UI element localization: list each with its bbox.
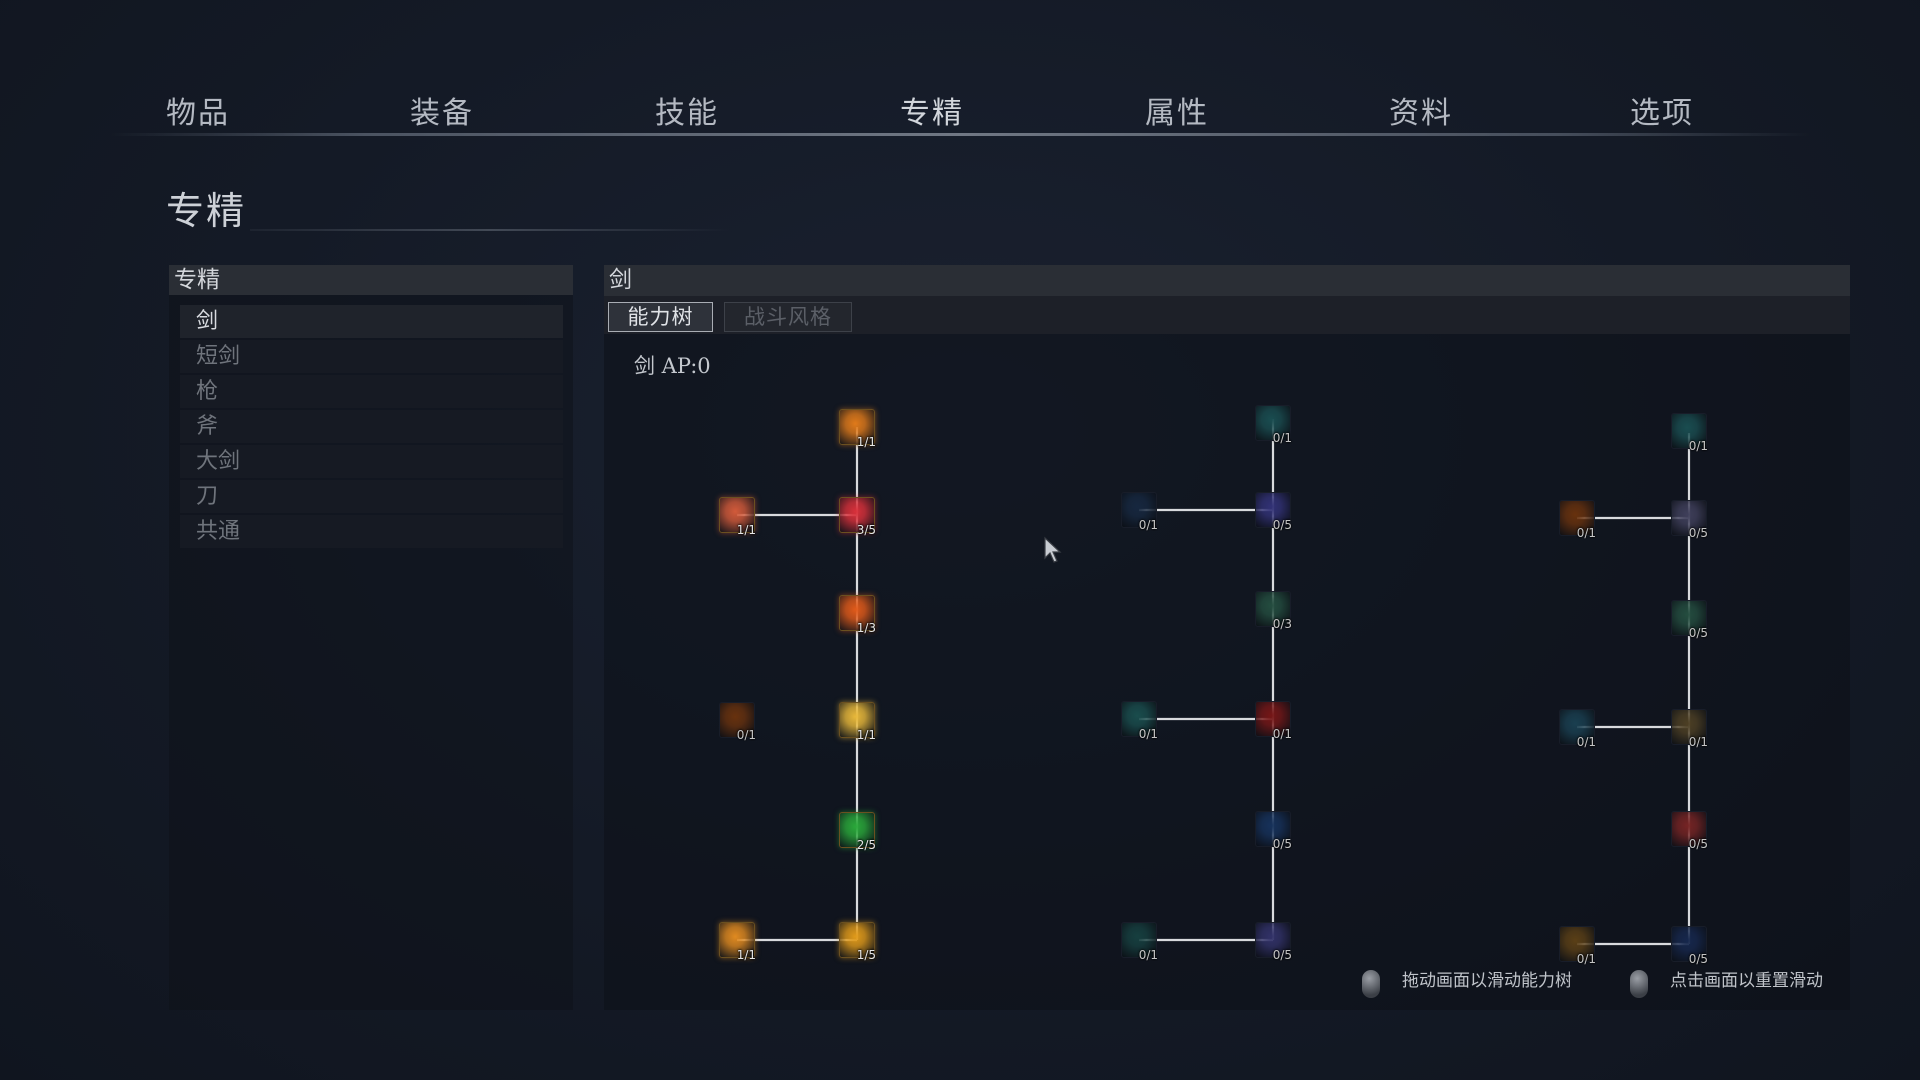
node-rank: 0/1	[1138, 948, 1158, 962]
main-nav: 物品 装备 技能 专精 属性 资料 选项	[0, 80, 1920, 140]
hint-click: 点击画面以重置滑动	[1670, 971, 1823, 991]
node-rank: 0/1	[1138, 727, 1158, 741]
nav-divider	[110, 133, 1810, 136]
mouse-left-click-icon	[1362, 970, 1380, 998]
ability-tree-canvas[interactable]: 1/1 1/1 3/5 1/3 0/1 1/1 2/5 1/1 1/5 0/1 …	[604, 265, 1850, 1010]
mouse-cursor-icon	[1044, 536, 1062, 563]
node-rank: 0/1	[1576, 735, 1596, 749]
node-rank: 0/1	[1576, 526, 1596, 540]
nav-tab-skills[interactable]: 技能	[627, 88, 747, 132]
bronze-ring-icon[interactable]: 0/1	[1559, 500, 1596, 540]
node-rank: 1/1	[856, 728, 876, 742]
red-cross-icon[interactable]: 0/5	[1671, 811, 1708, 851]
category-item-common[interactable]: 共通	[180, 515, 563, 548]
node-rank: 0/1	[1138, 518, 1158, 532]
node-rank: 0/5	[1272, 948, 1292, 962]
teal-helm-icon[interactable]: 0/1	[1559, 709, 1596, 749]
node-rank: 2/5	[856, 838, 876, 852]
category-item-blade[interactable]: 刀	[180, 480, 563, 513]
arcane-star-icon[interactable]: 0/5	[1255, 492, 1292, 532]
node-rank: 0/1	[1272, 727, 1292, 741]
bronze-shade-icon[interactable]: 0/1	[1671, 709, 1708, 749]
category-item-sword[interactable]: 剑	[180, 305, 563, 338]
node-rank: 0/5	[1688, 626, 1708, 640]
teal-beast-icon[interactable]: 0/1	[1121, 701, 1158, 741]
category-item-short-sword[interactable]: 短剑	[180, 340, 563, 373]
node-rank: 3/5	[856, 523, 876, 537]
node-rank: 0/5	[1272, 518, 1292, 532]
teal-crest-icon[interactable]: 0/1	[1671, 413, 1708, 453]
tree-connectors	[737, 419, 1691, 946]
node-rank: 1/3	[856, 621, 876, 635]
mouse-right-click-icon	[1630, 970, 1648, 998]
node-rank: 0/5	[1272, 837, 1292, 851]
nav-tab-items[interactable]: 物品	[138, 88, 258, 132]
node-rank: 1/1	[856, 435, 876, 449]
node-rank: 0/1	[1688, 439, 1708, 453]
node-rank: 0/1	[736, 728, 756, 742]
flame-sword-slash-icon[interactable]: 1/1	[839, 409, 876, 449]
node-rank: 0/5	[1688, 526, 1708, 540]
category-list: 剑 短剑 枪 斧 大剑 刀 共通	[180, 305, 563, 550]
amber-glow-icon[interactable]: 0/1	[1559, 926, 1596, 966]
category-item-greatsword[interactable]: 大剑	[180, 445, 563, 478]
category-item-axe[interactable]: 斧	[180, 410, 563, 443]
violet-burst-icon[interactable]: 0/5	[1255, 922, 1292, 962]
node-rank: 0/1	[1272, 431, 1292, 445]
node-rank: 0/5	[1688, 837, 1708, 851]
node-rank: 0/5	[1688, 952, 1708, 966]
fire-pillar-icon[interactable]: 0/1	[719, 702, 756, 742]
nav-tab-equipment[interactable]: 装备	[382, 88, 502, 132]
golden-crystal-icon[interactable]: 1/1	[839, 702, 876, 742]
teal-spike-icon[interactable]: 0/1	[1121, 922, 1158, 962]
nav-tab-options[interactable]: 选项	[1602, 88, 1722, 132]
piercing-thrust-icon[interactable]: 1/3	[839, 595, 876, 635]
teal-wave-icon[interactable]: 0/1	[1255, 405, 1292, 445]
shadow-slash-icon[interactable]: 0/1	[1121, 492, 1158, 532]
nav-tab-profile[interactable]: 资料	[1361, 88, 1481, 132]
node-rank: 1/5	[856, 948, 876, 962]
hint-drag: 拖动画面以滑动能力树	[1402, 971, 1572, 991]
sword-flurry-icon[interactable]: 1/1	[719, 922, 756, 962]
red-dragon-icon[interactable]: 0/1	[1255, 701, 1292, 741]
fire-claw-icon[interactable]: 1/1	[719, 497, 756, 537]
title-divider	[250, 229, 730, 231]
node-rank: 0/1	[1688, 735, 1708, 749]
blue-spike-icon[interactable]: 0/5	[1671, 926, 1708, 966]
node-rank: 0/1	[1576, 952, 1596, 966]
blue-fang-icon[interactable]: 0/5	[1255, 811, 1292, 851]
node-rank: 0/3	[1272, 617, 1292, 631]
nav-tab-attributes[interactable]: 属性	[1117, 88, 1237, 132]
flame-burst-icon[interactable]: 1/5	[839, 922, 876, 962]
green-target-icon[interactable]: 2/5	[839, 812, 876, 852]
node-rank: 1/1	[736, 523, 756, 537]
category-panel-header: 专精	[169, 265, 573, 295]
ability-tree-panel: 剑 能力树 战斗风格 剑 AP:0 1/1 1/1 3/5 1/3 0/1 1/…	[604, 265, 1850, 1010]
nav-tab-mastery[interactable]: 专精	[872, 88, 992, 132]
crimson-blade-icon[interactable]: 3/5	[839, 497, 876, 537]
page-title: 专精	[166, 189, 247, 233]
category-item-spear[interactable]: 枪	[180, 375, 563, 408]
green-serpent-icon[interactable]: 0/3	[1255, 591, 1292, 631]
node-rank: 1/1	[736, 948, 756, 962]
grey-spirit-icon[interactable]: 0/5	[1671, 500, 1708, 540]
category-panel: 专精 剑 短剑 枪 斧 大剑 刀 共通	[169, 265, 573, 1010]
green-crest-icon[interactable]: 0/5	[1671, 600, 1708, 640]
